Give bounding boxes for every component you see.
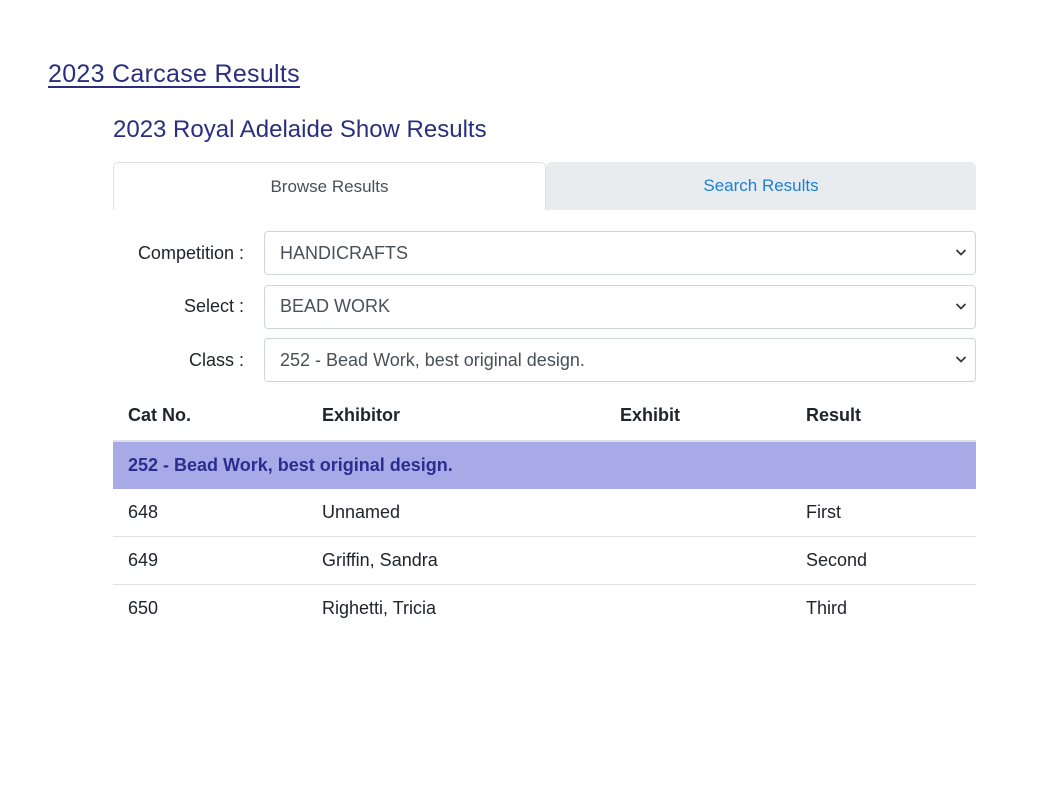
cat-no-cell: 650 xyxy=(128,597,159,618)
table-row: 648 Unnamed First xyxy=(113,488,976,537)
competition-row: Competition : HANDICRAFTS xyxy=(113,231,976,275)
exhibit-cell xyxy=(605,536,791,585)
class-select[interactable]: 252 - Bead Work, best original design. xyxy=(264,338,976,382)
header-cat-no: Cat No. xyxy=(113,391,307,442)
competition-select[interactable]: HANDICRAFTS xyxy=(264,231,976,275)
class-label: Class : xyxy=(188,349,244,370)
section-title: 2023 Royal Adelaide Show Results xyxy=(113,116,487,143)
tab-search-results[interactable]: Search Results xyxy=(546,162,976,210)
exhibitor-cell: Griffin, Sandra xyxy=(307,536,605,585)
competition-label: Competition : xyxy=(137,242,244,263)
class-group-row: 252 - Bead Work, best original design. xyxy=(113,440,976,489)
header-exhibit: Exhibit xyxy=(605,391,791,442)
class-group-title: 252 - Bead Work, best original design. xyxy=(113,440,976,489)
cat-no-cell: 648 xyxy=(113,488,307,537)
section-select[interactable]: BEAD WORK xyxy=(264,284,976,329)
chevron-down-icon xyxy=(955,356,967,363)
table-row: 649 Griffin, Sandra Second xyxy=(113,536,976,585)
exhibit-cell xyxy=(605,584,791,632)
class-select-value: 252 - Bead Work, best original design. xyxy=(280,349,585,370)
result-cell: Second xyxy=(791,536,976,585)
header-exhibitor: Exhibitor xyxy=(307,391,605,442)
exhibitor-cell: Righetti, Tricia xyxy=(322,597,437,618)
section-select-value: BEAD WORK xyxy=(280,296,391,316)
chevron-down-icon xyxy=(955,249,967,256)
results-tabs: Browse Results Search Results xyxy=(113,162,976,211)
class-row: Class : 252 - Bead Work, best original d… xyxy=(113,338,976,382)
select-label: Select : xyxy=(183,296,244,316)
tab-browse-results[interactable]: Browse Results xyxy=(113,162,546,210)
exhibitor-cell: Unnamed xyxy=(307,488,605,537)
cat-no-cell: 649 xyxy=(113,536,307,585)
exhibit-cell xyxy=(605,488,791,537)
result-cell: Third xyxy=(806,597,848,618)
result-cell: First xyxy=(791,488,976,537)
results-table: Cat No. Exhibitor Exhibit Result 252 - B… xyxy=(113,391,976,632)
table-header-row: Cat No. Exhibitor Exhibit Result xyxy=(113,391,976,442)
carcase-results-link[interactable]: 2023 Carcase Results xyxy=(48,60,300,89)
select-row: Select : BEAD WORK xyxy=(113,284,976,329)
table-row: 650 Righetti, Tricia Third xyxy=(113,584,976,632)
header-result: Result xyxy=(791,391,976,442)
results-panel: 2023 Royal Adelaide Show Results Browse … xyxy=(113,110,976,632)
chevron-down-icon xyxy=(955,302,967,310)
filter-form: Competition : HANDICRAFTS Select : BEAD … xyxy=(113,231,976,382)
competition-select-value: HANDICRAFTS xyxy=(280,242,409,263)
